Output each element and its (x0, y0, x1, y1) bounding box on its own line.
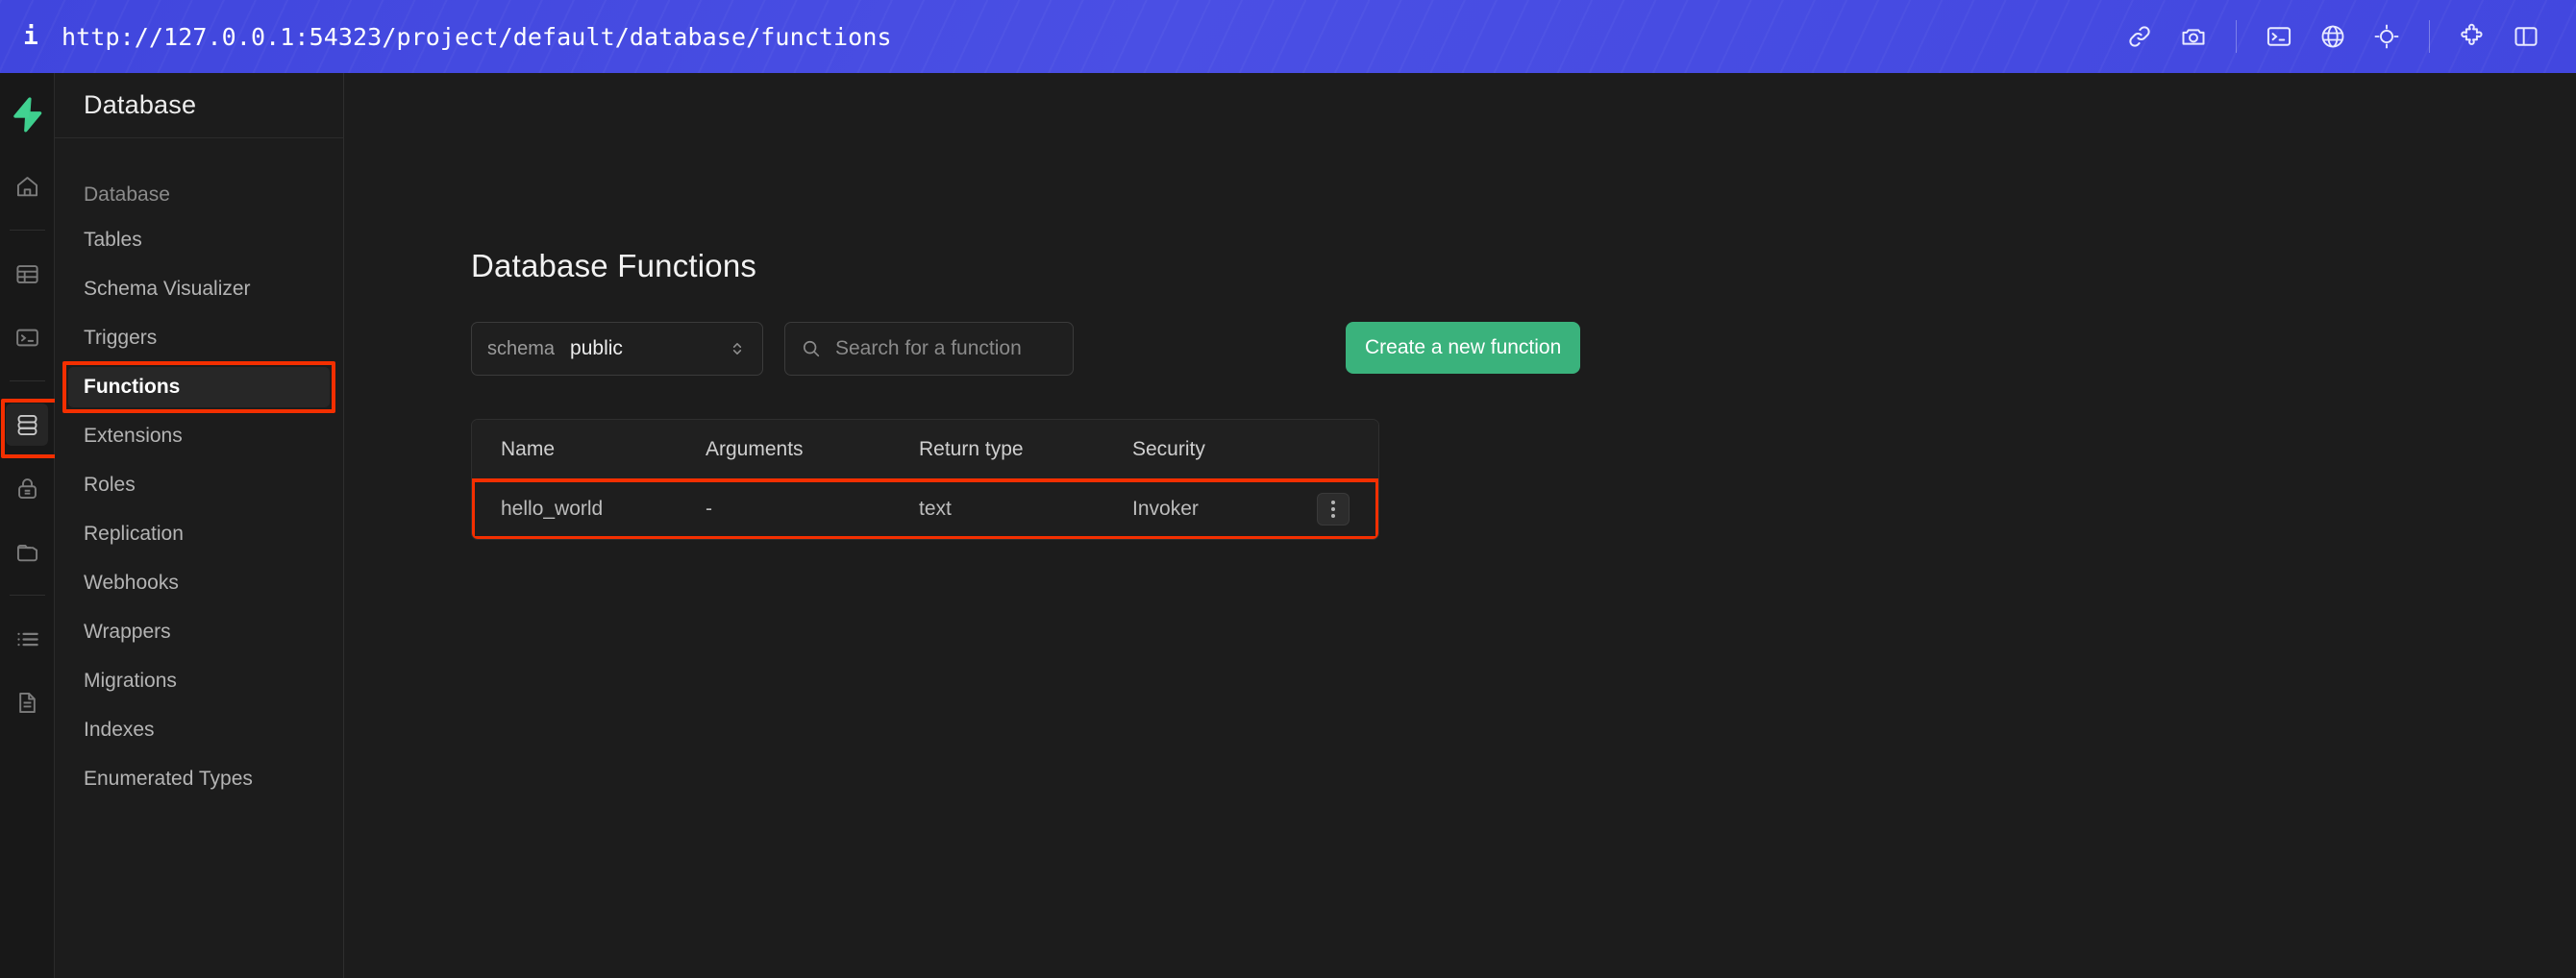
terminal-icon[interactable] (2252, 10, 2306, 63)
column-header-return-type: Return type (919, 437, 1024, 460)
sidebar-item-roles[interactable]: Roles (68, 465, 330, 505)
sidebar-item-migrations[interactable]: Migrations (68, 661, 330, 701)
cell-arguments: - (706, 498, 712, 520)
main-content: Database Functions schema public Create … (344, 73, 2576, 978)
api-docs-icon[interactable] (6, 681, 48, 723)
nav-group-label: Database (84, 183, 170, 206)
table-header-row: Name Arguments Return type Security (472, 420, 1378, 479)
toolbar-divider-2 (2429, 20, 2430, 53)
database-nav-panel: Database Database Tables Schema Visualiz… (55, 73, 344, 978)
nav-list: Database Tables Schema Visualizer Trigge… (55, 138, 343, 799)
cell-actions (1301, 493, 1350, 526)
globe-icon[interactable] (2306, 10, 2360, 63)
info-icon: i (23, 22, 38, 51)
schema-select-value: public (570, 337, 623, 359)
functions-toolbar: schema public Create a new function (471, 322, 2576, 378)
sidebar-item-wrappers[interactable]: Wrappers (68, 612, 330, 652)
url-text[interactable]: http://127.0.0.1:54323/project/default/d… (62, 23, 892, 51)
storage-icon[interactable] (6, 530, 48, 573)
sidebar-item-extensions[interactable]: Extensions (68, 416, 330, 456)
split-panel-icon[interactable] (2499, 10, 2553, 63)
browser-actions (2113, 10, 2576, 63)
sidebar-item-triggers[interactable]: Triggers (68, 318, 330, 358)
nav-panel-title: Database (55, 73, 343, 138)
sidebar-item-enumerated-types[interactable]: Enumerated Types (68, 759, 330, 799)
sql-editor-icon[interactable] (6, 316, 48, 358)
cell-security: Invoker (1132, 498, 1199, 520)
sidebar-item-schema-visualizer[interactable]: Schema Visualizer (68, 269, 330, 309)
toolbar-divider (2236, 20, 2237, 53)
search-input[interactable] (835, 337, 1096, 360)
rail-divider-3 (9, 595, 45, 596)
link-icon[interactable] (2113, 10, 2167, 63)
supabase-logo[interactable] (9, 96, 45, 137)
camera-icon[interactable] (2167, 10, 2220, 63)
column-header-name: Name (501, 437, 556, 460)
database-icon[interactable] (1, 399, 61, 458)
create-new-function-button[interactable]: Create a new function (1346, 322, 1581, 374)
sidebar-item-replication[interactable]: Replication (68, 514, 330, 554)
functions-table: Name Arguments Return type Security hell… (471, 419, 1379, 540)
crosshair-icon[interactable] (2360, 10, 2414, 63)
sidebar-item-tables[interactable]: Tables (68, 220, 330, 260)
home-icon[interactable] (6, 165, 48, 208)
sidebar-item-webhooks[interactable]: Webhooks (68, 563, 330, 603)
table-editor-icon[interactable] (6, 253, 48, 295)
logs-icon[interactable] (6, 618, 48, 660)
authentication-icon[interactable] (6, 467, 48, 509)
sidebar-item-functions[interactable]: Functions (62, 361, 335, 413)
schema-select-label: schema (487, 337, 556, 359)
schema-select[interactable]: schema public (471, 322, 763, 376)
cell-return-type: text (919, 498, 952, 520)
column-header-security: Security (1132, 437, 1205, 460)
cell-function-name: hello_world (501, 498, 604, 520)
column-header-arguments: Arguments (706, 437, 804, 460)
sidebar-item-indexes[interactable]: Indexes (68, 710, 330, 750)
rail-divider-2 (9, 380, 45, 381)
browser-url-bar: i http://127.0.0.1:54323/project/default… (0, 0, 2576, 73)
primary-icon-rail (0, 73, 61, 978)
table-row[interactable]: hello_world - text Invoker (472, 478, 1378, 539)
search-icon (801, 338, 822, 359)
row-overflow-menu-icon[interactable] (1317, 493, 1350, 526)
rail-divider-1 (9, 230, 45, 231)
puzzle-icon[interactable] (2445, 10, 2499, 63)
chevron-up-down-icon (728, 339, 747, 358)
page-title: Database Functions (471, 248, 757, 283)
search-box[interactable] (784, 322, 1096, 376)
